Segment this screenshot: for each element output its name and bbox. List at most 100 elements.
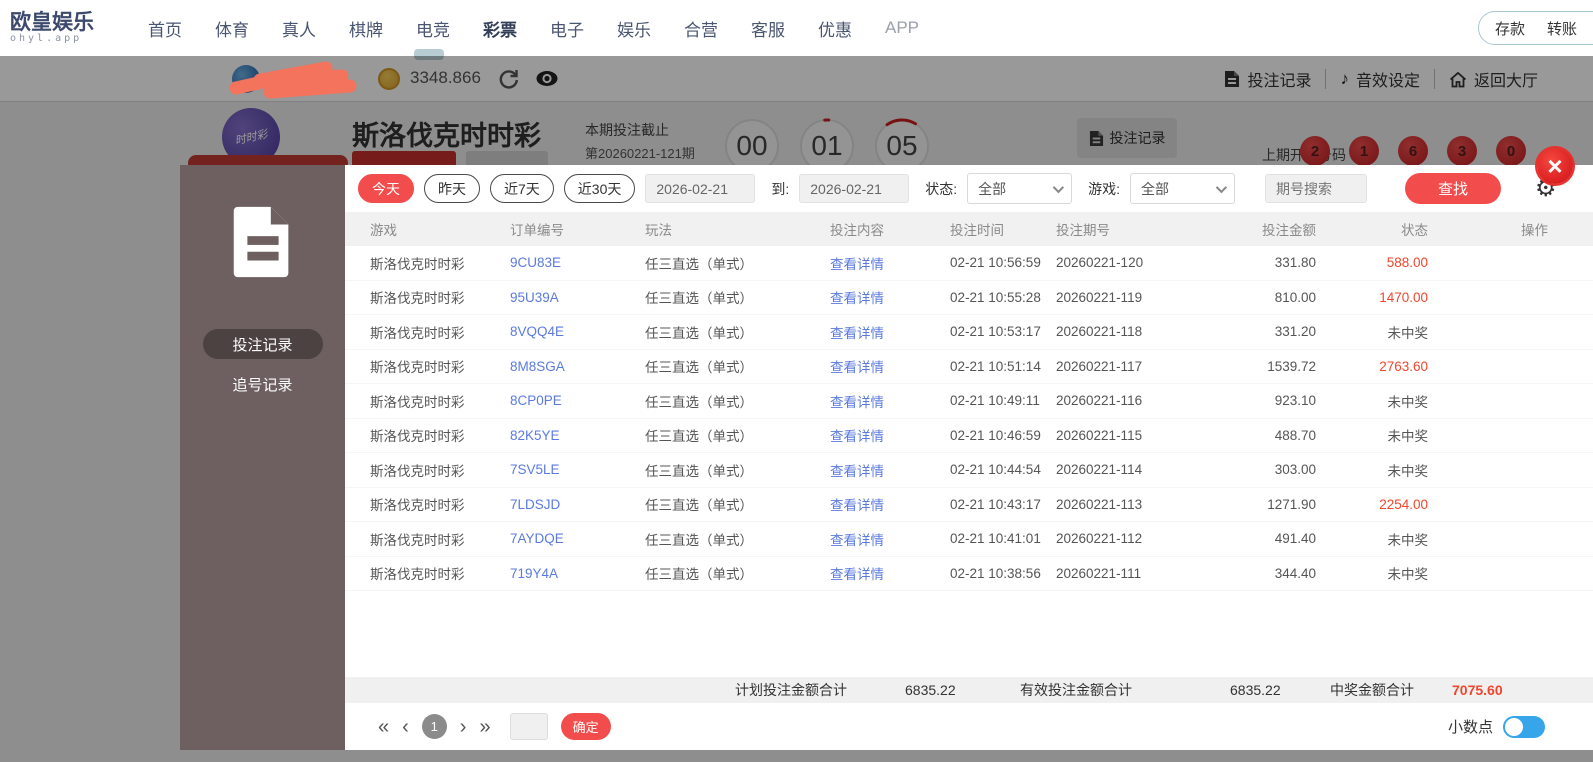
nav-item[interactable]: 电竞 bbox=[410, 10, 456, 47]
column-header: 订单编号 bbox=[510, 223, 564, 238]
table-row: 斯洛伐克时时彩 8CP0PE 任三直选（单式） 查看详情 02-21 10:49:11 2… bbox=[345, 384, 1593, 419]
view-details-link[interactable]: 查看详情 bbox=[830, 460, 950, 480]
column-header: 操作 bbox=[1521, 223, 1548, 238]
cell-period: 20260221-116 bbox=[1056, 393, 1143, 409]
quick-range-button[interactable]: 昨天 bbox=[424, 174, 480, 203]
column-header: 投注内容 bbox=[830, 223, 884, 238]
view-details-link[interactable]: 查看详情 bbox=[830, 391, 950, 411]
date-to-input[interactable] bbox=[799, 174, 910, 203]
order-number-link[interactable]: 7SV5LE bbox=[510, 462, 645, 477]
last-page-button[interactable]: » bbox=[479, 717, 490, 737]
nav-item[interactable]: 优惠 bbox=[812, 10, 858, 47]
page-jump-input[interactable] bbox=[509, 713, 548, 740]
nav-item[interactable]: 体育 bbox=[209, 10, 255, 47]
cell-amount: 1271.90 bbox=[1267, 496, 1316, 512]
nav-item[interactable]: 真人 bbox=[276, 10, 322, 47]
nav-item[interactable]: 合营 bbox=[678, 10, 724, 47]
current-page-badge[interactable]: 1 bbox=[421, 714, 447, 739]
cell-period: 20260221-115 bbox=[1056, 427, 1143, 443]
table-row: 斯洛伐克时时彩 7AYDQE 任三直选（单式） 查看详情 02-21 10:41:01 2… bbox=[345, 522, 1593, 557]
prev-page-button[interactable]: ‹ bbox=[402, 717, 409, 737]
table-header: 游戏 订单编号 玩法 投注内容 投注时间 投注期号 投注金额 状态 操作 bbox=[345, 212, 1593, 246]
date-to-label: 到: bbox=[771, 180, 790, 197]
bet-records-modal: 投注记录追号记录 今天昨天近7天近30天 到: 状态: 全部 游戏: 全部 查找… bbox=[180, 165, 1593, 750]
cell-status: 未中奖 bbox=[1387, 567, 1429, 583]
cell-game: 斯洛伐克时时彩 bbox=[370, 463, 465, 479]
view-details-link[interactable]: 查看详情 bbox=[830, 529, 950, 549]
cell-play-type: 任三直选（单式） bbox=[645, 567, 753, 583]
order-number-link[interactable]: 7AYDQE bbox=[510, 531, 645, 546]
cell-status: 2763.60 bbox=[1379, 358, 1428, 374]
plan-total-label: 计划投注金额合计 bbox=[735, 682, 847, 698]
cell-status: 1470.00 bbox=[1379, 289, 1428, 305]
view-details-link[interactable]: 查看详情 bbox=[830, 563, 950, 583]
view-details-link[interactable]: 查看详情 bbox=[830, 253, 950, 273]
order-number-link[interactable]: 7LDSJD bbox=[510, 497, 645, 512]
plan-total-value: 6835.22 bbox=[905, 682, 956, 698]
wallet-action[interactable]: 存款 bbox=[1495, 18, 1525, 39]
cell-bet-time: 02-21 10:49:11 bbox=[950, 393, 1040, 409]
nav-item[interactable]: 棋牌 bbox=[343, 10, 389, 47]
search-button[interactable]: 查找 bbox=[1405, 173, 1502, 204]
column-header: 状态 bbox=[1401, 223, 1428, 238]
order-number-link[interactable]: 95U39A bbox=[510, 290, 645, 305]
view-details-link[interactable]: 查看详情 bbox=[830, 322, 950, 342]
order-number-link[interactable]: 719Y4A bbox=[510, 566, 645, 581]
nav-item[interactable]: 娱乐 bbox=[611, 10, 657, 47]
cell-status: 未中奖 bbox=[1387, 463, 1429, 479]
modal-sidebar-item[interactable]: 追号记录 bbox=[203, 369, 323, 399]
cell-amount: 923.10 bbox=[1274, 393, 1316, 409]
toggle-knob bbox=[1505, 717, 1523, 736]
cell-game: 斯洛伐克时时彩 bbox=[370, 256, 465, 272]
close-modal-button[interactable]: × bbox=[1537, 148, 1573, 184]
next-page-button[interactable]: › bbox=[460, 717, 467, 737]
first-page-button[interactable]: « bbox=[378, 717, 389, 737]
nav-item[interactable]: 彩票 bbox=[477, 10, 523, 47]
cell-status: 未中奖 bbox=[1387, 394, 1429, 410]
quick-range-button[interactable]: 近30天 bbox=[563, 174, 636, 203]
redaction-scribble bbox=[229, 61, 357, 99]
cell-game: 斯洛伐克时时彩 bbox=[370, 532, 465, 548]
game-filter-label: 游戏: bbox=[1088, 180, 1121, 197]
cell-bet-time: 02-21 10:55:28 bbox=[950, 289, 1041, 305]
confirm-page-button[interactable]: 确定 bbox=[560, 713, 611, 740]
order-number-link[interactable]: 9CU83E bbox=[510, 255, 645, 270]
column-header: 投注金额 bbox=[1262, 223, 1316, 238]
order-number-link[interactable]: 8M8SGA bbox=[510, 359, 645, 374]
status-select[interactable]: 全部 bbox=[967, 173, 1073, 204]
view-details-link[interactable]: 查看详情 bbox=[830, 356, 950, 376]
decimal-toggle[interactable] bbox=[1503, 715, 1545, 738]
cell-bet-time: 02-21 10:56:59 bbox=[950, 255, 1041, 271]
wallet-action[interactable]: 转账 bbox=[1547, 18, 1577, 39]
site-logo-title: 欧皇娱乐 bbox=[10, 10, 94, 34]
win-total-value: 7075.60 bbox=[1452, 682, 1503, 698]
nav-item[interactable]: 电子 bbox=[544, 10, 590, 47]
win-total-label: 中奖金额合计 bbox=[1330, 682, 1414, 698]
cell-amount: 303.00 bbox=[1274, 462, 1316, 478]
table-row: 斯洛伐克时时彩 7SV5LE 任三直选（单式） 查看详情 02-21 10:44:54 2… bbox=[345, 453, 1593, 488]
column-header: 玩法 bbox=[645, 223, 672, 238]
cell-bet-time: 02-21 10:53:17 bbox=[950, 324, 1041, 340]
cell-period: 20260221-114 bbox=[1056, 462, 1143, 478]
nav-item[interactable]: APP bbox=[879, 12, 925, 44]
wallet-actions-pill: 存款转账取款 bbox=[1478, 11, 1593, 45]
cell-period: 20260221-119 bbox=[1056, 289, 1143, 305]
modal-sidebar: 投注记录 追号记录 bbox=[180, 165, 345, 750]
nav-item[interactable]: 客服 bbox=[745, 10, 791, 47]
order-number-link[interactable]: 82K5YE bbox=[510, 428, 645, 443]
view-details-link[interactable]: 查看详情 bbox=[830, 494, 950, 514]
modal-sidebar-item[interactable]: 投注记录 bbox=[202, 329, 323, 359]
nav-item[interactable]: 首页 bbox=[142, 10, 188, 47]
quick-range-button[interactable]: 近7天 bbox=[490, 174, 554, 203]
view-details-link[interactable]: 查看详情 bbox=[830, 287, 950, 307]
period-search-input[interactable] bbox=[1265, 174, 1368, 203]
game-select[interactable]: 全部 bbox=[1130, 173, 1236, 204]
modal-sidebar-items: 投注记录 追号记录 bbox=[202, 329, 323, 409]
site-logo[interactable]: 欧皇娱乐 ohyl.app bbox=[10, 10, 142, 45]
view-details-link[interactable]: 查看详情 bbox=[830, 425, 950, 445]
order-number-link[interactable]: 8VQQ4E bbox=[510, 324, 645, 339]
cell-period: 20260221-112 bbox=[1056, 531, 1143, 547]
date-from-input[interactable] bbox=[645, 174, 756, 203]
quick-range-button[interactable]: 今天 bbox=[358, 174, 414, 203]
order-number-link[interactable]: 8CP0PE bbox=[510, 393, 645, 408]
